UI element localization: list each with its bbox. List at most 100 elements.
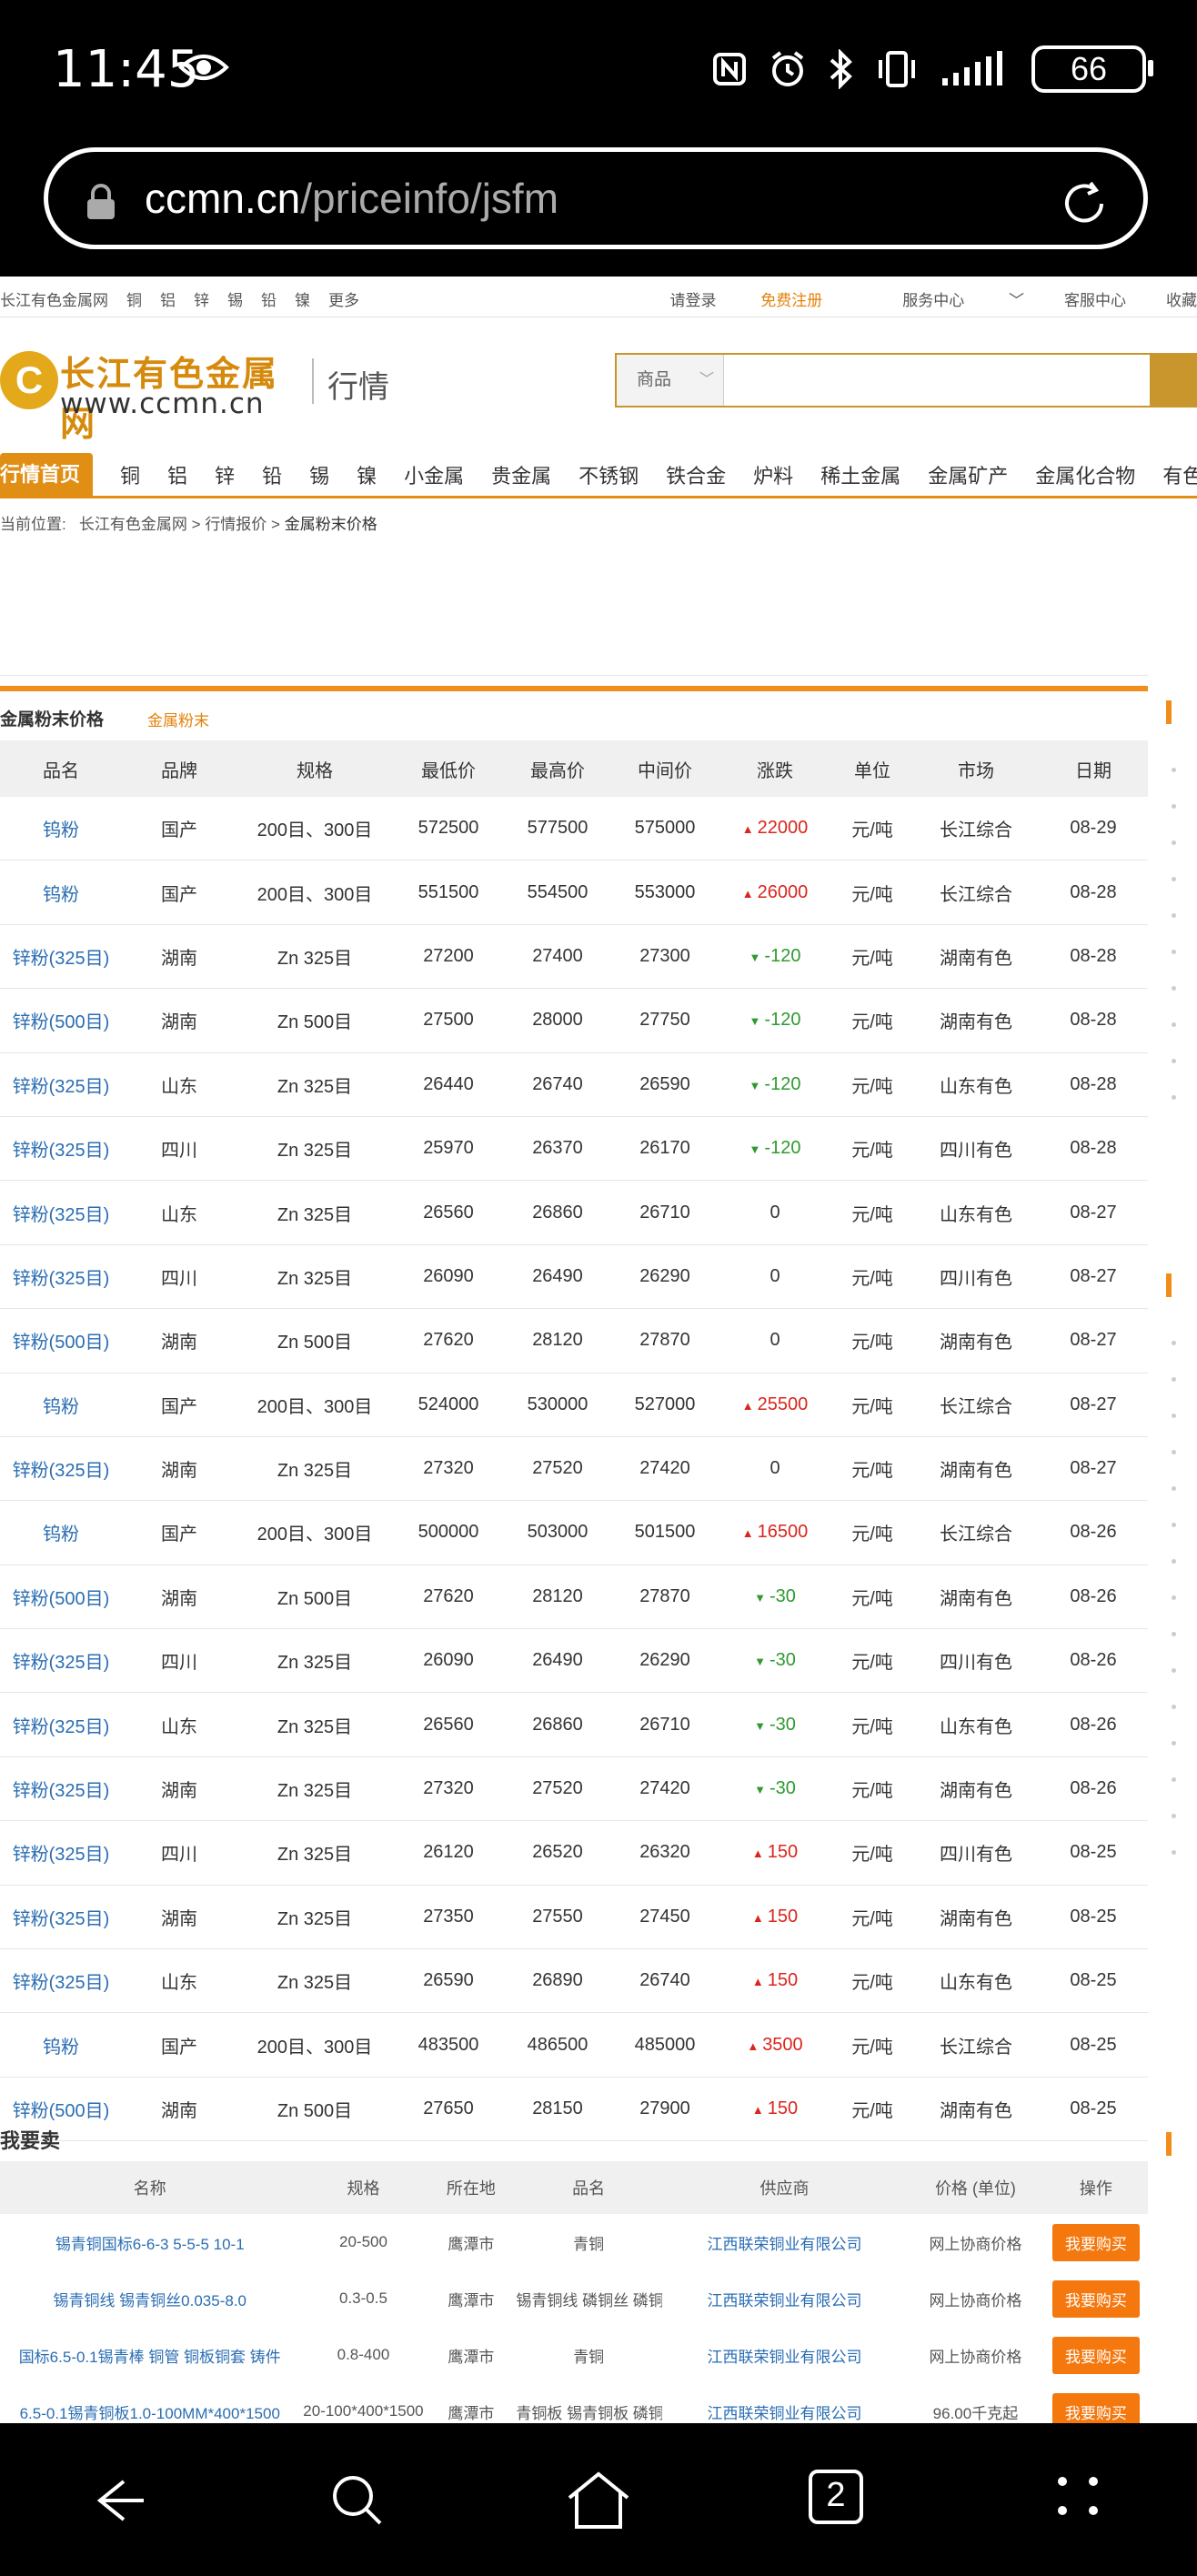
product-name-link[interactable]: 锌粉(325目) bbox=[0, 1052, 122, 1117]
nav-rare-earth[interactable]: 稀土金属 bbox=[820, 460, 900, 489]
product-name-link[interactable]: 钨粉 bbox=[0, 797, 122, 861]
nav-compounds[interactable]: 金属化合物 bbox=[1035, 460, 1135, 489]
product-name-link[interactable]: 锌粉(325目) bbox=[0, 1692, 122, 1757]
sell-name-link[interactable]: 国标6.5-0.1锡青棒 铜管 铜板铜套 铸件 bbox=[0, 2327, 299, 2383]
buy-button[interactable]: 我要购买 bbox=[1051, 2279, 1140, 2318]
search-icon[interactable] bbox=[326, 2469, 389, 2537]
nav-lead[interactable]: 铅 bbox=[262, 460, 282, 489]
breadcrumb-prices[interactable]: 行情报价 bbox=[205, 516, 267, 533]
reload-icon[interactable] bbox=[1058, 177, 1111, 235]
section-tag[interactable]: 金属粉末 bbox=[147, 708, 209, 730]
date-cell: 08-26 bbox=[1039, 1565, 1148, 1630]
sell-spec: 0.3-0.5 bbox=[339, 2289, 387, 2307]
market-cell: 四川有色 bbox=[913, 1820, 1039, 1886]
brand-cell: 湖南 bbox=[122, 988, 236, 1053]
change-value: 26000 bbox=[757, 881, 809, 902]
supplier-link[interactable]: 江西联荣铜业有限公司 bbox=[662, 2270, 907, 2327]
back-icon[interactable] bbox=[87, 2469, 151, 2537]
col-header: 市场 bbox=[913, 740, 1039, 797]
url-text[interactable]: ccmn.cn/priceinfo/jsfm bbox=[145, 174, 558, 223]
topnav-copper[interactable]: 铜 bbox=[126, 287, 142, 310]
nav-aluminum[interactable]: 铝 bbox=[167, 460, 187, 489]
nav-furnace-charge[interactable]: 炉料 bbox=[753, 460, 793, 489]
date-cell: 08-27 bbox=[1039, 1308, 1148, 1374]
product-name-link[interactable]: 钨粉 bbox=[0, 1373, 122, 1437]
search-input[interactable] bbox=[729, 360, 1079, 400]
product-name-link[interactable]: 锌粉(325目) bbox=[0, 1948, 122, 2014]
market-cell: 四川有色 bbox=[913, 1244, 1039, 1310]
mid-price-cell: 575000 bbox=[611, 797, 719, 861]
nav-minor-metals[interactable]: 小金属 bbox=[404, 460, 464, 489]
nav-copper[interactable]: 铜 bbox=[120, 460, 140, 489]
topnav-aluminum[interactable]: 铝 bbox=[160, 287, 176, 310]
product-name-link[interactable]: 锌粉(325目) bbox=[0, 1628, 122, 1694]
tabs-button[interactable]: 2 bbox=[808, 2469, 864, 2530]
sell-name-link[interactable]: 锡青铜线 锡青铜丝0.035-8.0 bbox=[0, 2270, 299, 2327]
product-name-link[interactable]: 锌粉(325目) bbox=[0, 1820, 122, 1886]
nav-tin[interactable]: 锡 bbox=[309, 460, 329, 489]
register-link[interactable]: 免费注册 bbox=[760, 292, 822, 309]
topnav-more[interactable]: 更多 bbox=[328, 287, 359, 310]
product-name-link[interactable]: 锌粉(325目) bbox=[0, 1756, 122, 1822]
nav-precious-metals[interactable]: 贵金属 bbox=[491, 460, 551, 489]
nav-stainless[interactable]: 不锈钢 bbox=[578, 460, 639, 489]
low-price-cell: 26560 bbox=[393, 1180, 504, 1245]
home-icon[interactable] bbox=[564, 2469, 633, 2537]
product-name-link[interactable]: 锌粉(500目) bbox=[0, 1565, 122, 1630]
topnav-site[interactable]: 长江有色金属网 bbox=[0, 287, 108, 310]
search-category-select[interactable]: 商品 ﹀ bbox=[617, 355, 724, 406]
col-header: 供应商 bbox=[661, 2161, 908, 2214]
change-cell: 0 bbox=[719, 1244, 831, 1310]
address-bar[interactable]: ccmn.cn/priceinfo/jsfm bbox=[44, 147, 1148, 249]
product-name-link[interactable]: 钨粉 bbox=[0, 2012, 122, 2078]
supplier-link[interactable]: 江西联荣铜业有限公司 bbox=[662, 2214, 907, 2270]
low-price-cell: 483500 bbox=[393, 2012, 504, 2078]
supplier-link[interactable]: 江西联荣铜业有限公司 bbox=[662, 2383, 907, 2423]
high-price-cell: 28000 bbox=[504, 988, 611, 1053]
topnav-lead[interactable]: 铅 bbox=[261, 287, 277, 310]
sell-name-link[interactable]: 锡青铜国标6-6-3 5-5-5 10-1 bbox=[0, 2214, 299, 2270]
buy-button[interactable]: 我要购买 bbox=[1051, 2392, 1140, 2423]
system-nav-bar: 2 bbox=[0, 2423, 1197, 2576]
col-header: 所在地 bbox=[427, 2161, 516, 2214]
topnav-tin[interactable]: 锡 bbox=[227, 287, 243, 310]
product-name-link[interactable]: 锌粉(325目) bbox=[0, 1244, 122, 1310]
supplier-link[interactable]: 江西联荣铜业有限公司 bbox=[662, 2327, 907, 2383]
product-name-link[interactable]: 锌粉(325目) bbox=[0, 924, 122, 990]
change-value: -120 bbox=[764, 945, 801, 966]
support-center-link[interactable]: 客服中心 bbox=[1064, 287, 1126, 310]
table-row: 钨粉 国产 200目、300目 524000 530000 527000 ▲ 25500 元/吨… bbox=[0, 1373, 1148, 1437]
low-price-cell: 26590 bbox=[393, 1948, 504, 2014]
high-price-cell: 577500 bbox=[504, 797, 611, 861]
nav-mineral[interactable]: 金属矿产 bbox=[928, 460, 1008, 489]
login-link[interactable]: 请登录 bbox=[670, 292, 717, 309]
product-name-link[interactable]: 钨粉 bbox=[0, 1500, 122, 1565]
product-name-link[interactable]: 锌粉(500目) bbox=[0, 988, 122, 1053]
mid-price-cell: 26590 bbox=[611, 1052, 719, 1117]
market-cell: 湖南有色 bbox=[913, 1885, 1039, 1950]
site-logo[interactable]: C 长江有色金属网 www.ccmn.cn bbox=[0, 344, 309, 444]
breadcrumb-home[interactable]: 长江有色金属网 bbox=[79, 516, 187, 533]
nav-home[interactable]: 行情首页 bbox=[0, 453, 94, 496]
product-name-link[interactable]: 锌粉(325目) bbox=[0, 1116, 122, 1182]
sell-name-link[interactable]: 6.5-0.1锡青铜板1.0-100MM*400*1500 bbox=[0, 2383, 299, 2423]
col-header: 名称 bbox=[0, 2161, 300, 2214]
topnav-nickel[interactable]: 镍 bbox=[295, 287, 310, 310]
topnav-zinc[interactable]: 锌 bbox=[194, 287, 209, 310]
mid-price-cell: 27300 bbox=[611, 924, 719, 990]
menu-icon[interactable] bbox=[1051, 2469, 1106, 2528]
product-name-link[interactable]: 锌粉(325目) bbox=[0, 1180, 122, 1245]
nav-nickel[interactable]: 镍 bbox=[357, 460, 377, 489]
product-name-link[interactable]: 锌粉(500目) bbox=[0, 1308, 122, 1374]
low-price-cell: 27320 bbox=[393, 1756, 504, 1822]
buy-button[interactable]: 我要购买 bbox=[1051, 2223, 1140, 2261]
nav-zinc[interactable]: 锌 bbox=[215, 460, 235, 489]
product-name-link[interactable]: 锌粉(325目) bbox=[0, 1436, 122, 1502]
mid-price-cell: 27870 bbox=[611, 1308, 719, 1374]
col-header: 操作 bbox=[1043, 2161, 1148, 2214]
service-center-menu[interactable]: 服务中心 ﹀ bbox=[862, 287, 1024, 310]
nav-ferroalloy[interactable]: 铁合金 bbox=[666, 460, 726, 489]
product-name-link[interactable]: 钨粉 bbox=[0, 860, 122, 925]
product-name-link[interactable]: 锌粉(325目) bbox=[0, 1885, 122, 1950]
buy-button[interactable]: 我要购买 bbox=[1051, 2336, 1140, 2374]
